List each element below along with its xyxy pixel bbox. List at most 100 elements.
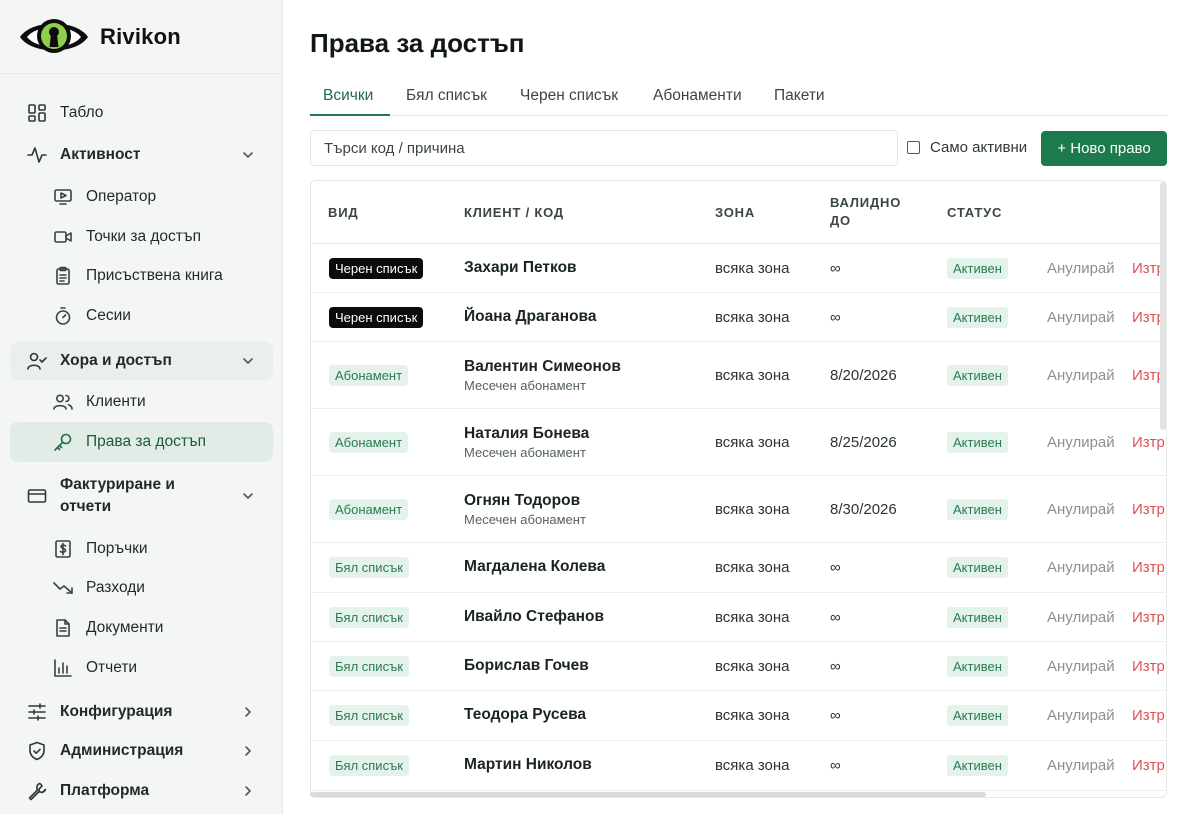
sidebar-item-label: Фактуриране и отчети (60, 476, 175, 515)
tab-subscriptions[interactable]: Абонаменти (653, 87, 742, 105)
sidebar-item-label: Оператор (86, 188, 157, 205)
sidebar-item-label: Активност (60, 146, 141, 163)
shield-icon (26, 740, 48, 762)
valid-until-cell: 8/20/2026 (830, 366, 897, 384)
client-name[interactable]: Борислав Гочев (464, 657, 589, 675)
tab-whitelist[interactable]: Бял списък (406, 87, 487, 105)
revoke-button[interactable]: Анулирай (1047, 559, 1115, 576)
sidebar-item-label: Конфигурация (60, 703, 173, 720)
valid-until-cell: ∞ (830, 259, 841, 277)
sidebar-item-orders[interactable]: Поръчки (10, 530, 273, 568)
only-active-label: Само активни (930, 139, 1028, 156)
table-row[interactable]: Бял списък Теодора Русева всяка зона ∞ Актив… (311, 691, 1166, 741)
revoke-button[interactable]: Анулирай (1047, 309, 1115, 326)
sidebar-item-access-points[interactable]: Точки за достъп (10, 218, 273, 256)
client-name[interactable]: Ивайло Стефанов (464, 608, 604, 626)
column-header-kind: ВИД (328, 205, 359, 220)
table-row[interactable]: Бял списък Магдалена Колева всяка зона ∞ Акт… (311, 543, 1166, 593)
brand-name: Rivikon (100, 23, 181, 49)
client-name[interactable]: Йоана Драганова (464, 308, 597, 326)
tab-all[interactable]: Всички (323, 87, 373, 105)
delete-button[interactable]: Изтр (1132, 501, 1165, 518)
valid-until-cell: ∞ (830, 657, 841, 675)
table-row[interactable]: Черен списък Захари Петков всяка зона ∞ Акти… (311, 244, 1166, 293)
client-name[interactable]: Мартин Николов (464, 756, 592, 774)
sidebar-group-administration[interactable]: Администрация (10, 732, 273, 770)
only-active-checkbox[interactable]: Само активни (907, 139, 1027, 156)
sidebar-group-billing-reports[interactable]: Фактуриране и отчети (10, 472, 273, 520)
zone-cell: всяка зона (715, 707, 790, 724)
camera-icon (52, 226, 74, 248)
revoke-button[interactable]: Анулирай (1047, 501, 1115, 518)
revoke-button[interactable]: Анулирай (1047, 367, 1115, 384)
sidebar-item-expenses[interactable]: Разходи (10, 569, 273, 607)
revoke-button[interactable]: Анулирай (1047, 658, 1115, 675)
table-row[interactable]: Черен списък Йоана Драганова всяка зона ∞ Ак… (311, 293, 1166, 342)
tab-blacklist[interactable]: Черен списък (520, 87, 618, 105)
table-row[interactable]: Абонамент Огнян Тодоров Месечен абонамент в… (311, 476, 1166, 543)
delete-button[interactable]: Изтр (1132, 609, 1165, 626)
sidebar-item-documents[interactable]: Документи (10, 609, 273, 647)
document-icon (52, 617, 74, 639)
revoke-button[interactable]: Анулирай (1047, 260, 1115, 277)
sidebar-group-activity[interactable]: Активност (10, 136, 273, 174)
table-horizontal-scrollbar[interactable] (310, 792, 986, 797)
zone-cell: всяка зона (715, 657, 790, 675)
sliders-icon (26, 701, 48, 723)
revoke-button[interactable]: Анулирай (1047, 434, 1115, 451)
sidebar-group-platform[interactable]: Платформа (10, 772, 273, 810)
sidebar-item-attendance-book[interactable]: Присъствена книга (10, 257, 273, 295)
monitor-icon (52, 186, 74, 208)
delete-button[interactable]: Изтр (1132, 434, 1165, 451)
sidebar-item-dashboard[interactable]: Табло (10, 94, 273, 132)
sidebar-item-label: Табло (60, 104, 104, 121)
zone-cell: всяка зона (715, 500, 790, 518)
sidebar: Rivikon Табло Активност Оператор Точки з… (0, 0, 283, 814)
checkbox-box[interactable] (907, 141, 920, 154)
sidebar-group-people-access[interactable]: Хора и достъп (10, 342, 273, 380)
kind-badge: Абонамент (329, 498, 409, 520)
delete-button[interactable]: Изтр (1132, 658, 1165, 675)
delete-button[interactable]: Изтр (1132, 757, 1165, 774)
delete-button[interactable]: Изтр (1132, 559, 1165, 576)
active-tab-indicator (310, 114, 390, 116)
table-row[interactable]: Абонамент Наталия Бонева Месечен абонамент… (311, 409, 1166, 476)
status-badge: Активен (947, 431, 1008, 453)
sidebar-item-label: Присъствена книга (86, 267, 223, 284)
client-name[interactable]: Валентин Симеонов (464, 358, 621, 376)
table-row[interactable]: Бял списък Ивайло Стефанов всяка зона ∞ Акти… (311, 593, 1166, 642)
sidebar-item-label: Разходи (86, 579, 145, 596)
client-name[interactable]: Наталия Бонева (464, 425, 589, 443)
sidebar-item-clients[interactable]: Клиенти (10, 383, 273, 421)
sidebar-item-operator[interactable]: Оператор (10, 178, 273, 216)
sidebar-item-reports[interactable]: Отчети (10, 649, 273, 687)
column-header-valid-until-line2: ДО (830, 213, 851, 228)
client-name[interactable]: Огнян Тодоров (464, 492, 580, 510)
new-right-button[interactable]: + Ново право (1041, 131, 1167, 166)
delete-button[interactable]: Изтр (1132, 707, 1165, 724)
search-input[interactable] (310, 130, 898, 166)
sidebar-item-label: Отчети (86, 659, 138, 676)
page-title: Права за достъп (310, 28, 525, 58)
activity-icon (26, 144, 48, 166)
table-vertical-scrollbar[interactable] (1160, 182, 1166, 430)
sidebar-item-label: Хора и достъп (60, 352, 172, 369)
client-name[interactable]: Магдалена Колева (464, 558, 605, 576)
valid-until-cell: ∞ (830, 608, 841, 626)
tab-packages[interactable]: Пакети (774, 87, 825, 105)
client-name[interactable]: Захари Петков (464, 259, 577, 277)
table-row[interactable]: Бял списък Мартин Николов всяка зона ∞ Актив… (311, 741, 1166, 791)
kind-badge: Бял списък (329, 557, 409, 578)
table-row[interactable]: Абонамент Валентин Симеонов Месечен абонам… (311, 342, 1166, 409)
users-icon (52, 391, 74, 413)
sidebar-item-sessions[interactable]: Сесии (10, 297, 273, 335)
revoke-button[interactable]: Анулирай (1047, 707, 1115, 724)
sidebar-item-access-rights[interactable]: Права за достъп (10, 422, 273, 462)
revoke-button[interactable]: Анулирай (1047, 757, 1115, 774)
table-row[interactable]: Бял списък Борислав Гочев всяка зона ∞ Актив… (311, 642, 1166, 691)
valid-until-cell: 8/25/2026 (830, 433, 897, 451)
brand[interactable]: Rivikon (0, 0, 282, 74)
client-name[interactable]: Теодора Русева (464, 706, 586, 724)
sidebar-group-configuration[interactable]: Конфигурация (10, 693, 273, 731)
revoke-button[interactable]: Анулирай (1047, 609, 1115, 626)
